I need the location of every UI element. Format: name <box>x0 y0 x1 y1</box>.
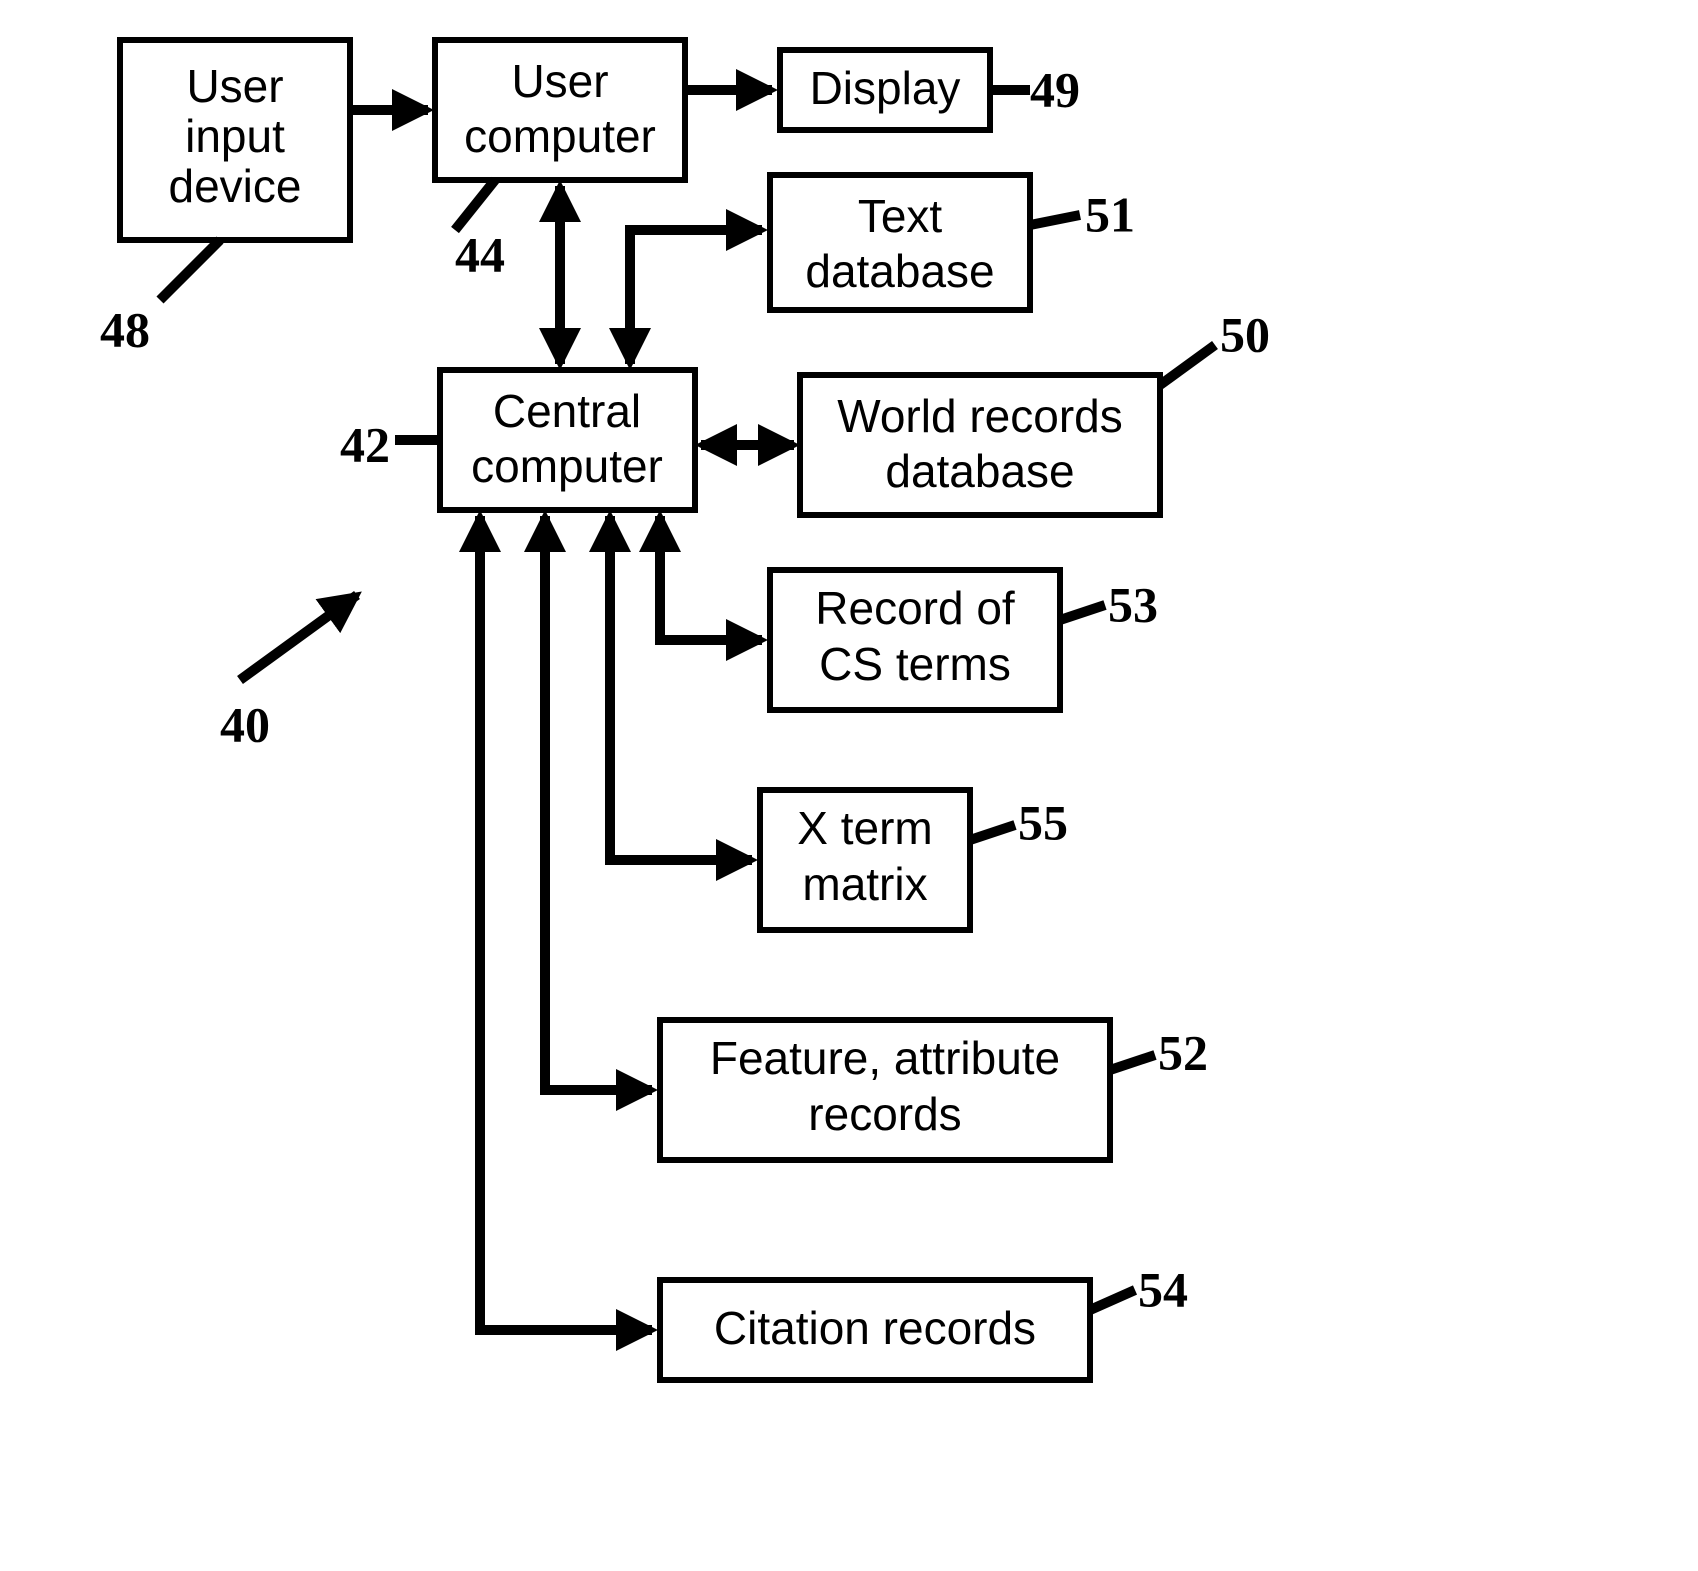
node-feature-attribute-records: Feature, attribute records 52 <box>660 1020 1208 1160</box>
edge-central-feature <box>545 516 652 1090</box>
edge-central-citation <box>480 516 652 1330</box>
edge-central-csterms <box>660 516 762 640</box>
user-input-device-label-1: User <box>186 60 283 112</box>
node-user-input-device: User input device 48 <box>100 40 350 357</box>
text-database-label-2: database <box>805 245 994 297</box>
record-cs-terms-ref: 53 <box>1108 576 1158 632</box>
world-records-db-label-1: World records <box>837 390 1122 442</box>
node-display: Display 49 <box>780 50 1080 130</box>
user-computer-label-1: User <box>511 55 608 107</box>
node-text-database: Text database 51 <box>770 175 1135 310</box>
feature-attribute-records-ref: 52 <box>1158 1024 1208 1080</box>
text-database-label-1: Text <box>858 190 943 242</box>
user-input-device-ref: 48 <box>100 301 150 357</box>
display-label: Display <box>810 62 961 114</box>
user-computer-label-2: computer <box>464 110 656 162</box>
citation-records-ref: 54 <box>1138 1261 1188 1317</box>
record-cs-terms-label-2: CS terms <box>819 638 1011 690</box>
central-computer-ref: 42 <box>340 416 390 472</box>
world-records-db-label-2: database <box>885 445 1074 497</box>
node-citation-records: Citation records 54 <box>660 1261 1188 1380</box>
x-term-matrix-label-1: X term <box>797 802 932 854</box>
feature-attribute-records-label-1: Feature, attribute <box>710 1032 1060 1084</box>
node-world-records-db: World records database 50 <box>800 306 1270 515</box>
edge-central-xterm <box>610 516 752 860</box>
user-input-device-label-2: input <box>185 110 285 162</box>
feature-attribute-records-label-2: records <box>808 1088 961 1140</box>
record-cs-terms-label-1: Record of <box>815 582 1015 634</box>
world-records-db-ref: 50 <box>1220 306 1270 362</box>
edge-central-to-textdb <box>630 230 762 364</box>
x-term-matrix-ref: 55 <box>1018 794 1068 850</box>
node-x-term-matrix: X term matrix 55 <box>760 790 1068 930</box>
display-ref: 49 <box>1030 61 1080 117</box>
x-term-matrix-label-2: matrix <box>802 858 927 910</box>
system-reference: 40 <box>220 595 357 752</box>
node-central-computer: Central computer 42 <box>340 370 695 510</box>
central-computer-label-2: computer <box>471 440 663 492</box>
node-record-cs-terms: Record of CS terms 53 <box>770 570 1158 710</box>
text-database-ref: 51 <box>1085 186 1135 242</box>
citation-records-label: Citation records <box>714 1302 1036 1354</box>
user-input-device-label-3: device <box>169 160 302 212</box>
central-computer-label-1: Central <box>493 385 641 437</box>
user-computer-ref: 44 <box>455 226 505 282</box>
system-ref-number: 40 <box>220 696 270 752</box>
